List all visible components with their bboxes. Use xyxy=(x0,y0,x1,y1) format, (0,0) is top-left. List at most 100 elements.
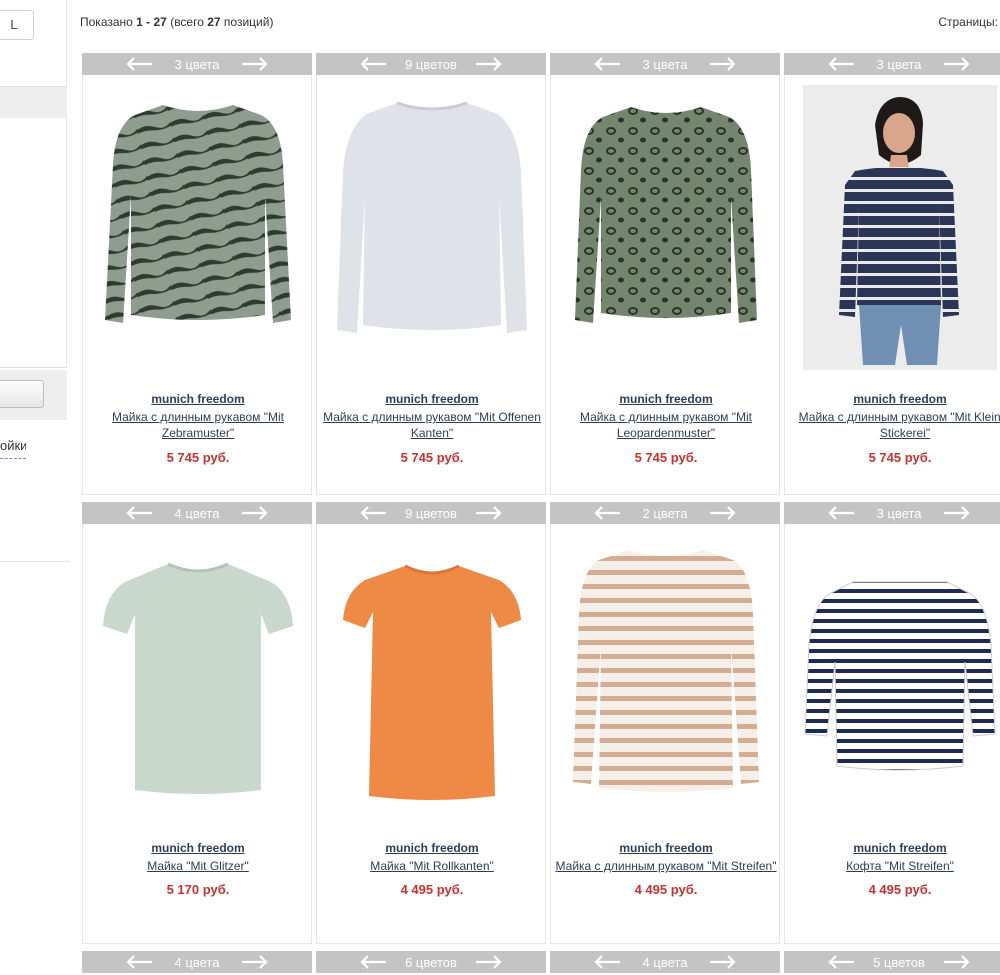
product-card-body: munich freedom Майка "Mit Glitzer" 5 170… xyxy=(82,524,312,944)
product-image[interactable] xyxy=(561,534,771,819)
arrow-right-icon[interactable] xyxy=(943,57,971,71)
catalog-page: L ойки Показано 1 - 27 (всего 27 позиций… xyxy=(0,0,1000,975)
product-brand[interactable]: munich freedom xyxy=(785,392,1000,406)
color-switcher: 3 цвета xyxy=(784,53,1000,75)
arrow-right-icon[interactable] xyxy=(709,955,737,969)
product-card[interactable]: 3 цвета munich freedom Майка с длинным р… xyxy=(784,53,1000,495)
product-card[interactable]: 5 цветов xyxy=(784,951,1000,975)
product-brand[interactable]: munich freedom xyxy=(785,841,1000,855)
size-chip[interactable]: L xyxy=(0,10,34,40)
product-card[interactable]: 4 цвета munich freedom Майка "Mit Glitze… xyxy=(82,502,312,944)
arrow-right-icon[interactable] xyxy=(943,955,971,969)
product-price: 4 495 руб. xyxy=(868,882,932,897)
product-brand[interactable]: munich freedom xyxy=(551,841,781,855)
color-count: 4 цвета xyxy=(174,954,220,970)
leopard-longsleeve-top-icon xyxy=(575,107,757,323)
arrow-right-icon[interactable] xyxy=(475,955,503,969)
product-card[interactable]: 9 цветов munich freedom Майка с длинным … xyxy=(316,53,546,495)
product-title[interactable]: Майка "Mit Glitzer" xyxy=(78,858,318,874)
arrow-left-icon[interactable] xyxy=(359,57,387,71)
product-brand[interactable]: munich freedom xyxy=(551,392,781,406)
product-title[interactable]: Майка с длинным рукавом "Mit Offenen Kan… xyxy=(312,409,552,441)
sidebar-section-panel xyxy=(0,118,67,368)
product-card[interactable]: 3 цвета munich freedom Кофта "Mit Streif… xyxy=(784,502,1000,944)
product-price: 5 745 руб. xyxy=(400,450,464,465)
color-switcher: 4 цвета xyxy=(550,951,780,973)
product-card-body: munich freedom Майка "Mit Rollkanten" 4 … xyxy=(316,524,546,944)
sidebar-section-header xyxy=(0,87,67,118)
arrow-right-icon[interactable] xyxy=(241,955,269,969)
product-card[interactable]: 6 цветов xyxy=(316,951,546,975)
arrow-left-icon[interactable] xyxy=(359,955,387,969)
arrow-right-icon[interactable] xyxy=(943,506,971,520)
product-brand[interactable]: munich freedom xyxy=(83,392,313,406)
product-card[interactable]: 2 цвета munich freedom Майка с длинным р… xyxy=(550,502,780,944)
color-count: 4 цвета xyxy=(174,505,220,521)
product-title[interactable]: Майка с длинным рукавом "Mit Kleiner Sti… xyxy=(785,409,1000,441)
arrow-right-icon[interactable] xyxy=(241,57,269,71)
product-card[interactable]: 4 цвета xyxy=(550,951,780,975)
product-image[interactable] xyxy=(795,534,1000,819)
arrow-left-icon[interactable] xyxy=(125,506,153,520)
color-switcher: 3 цвета xyxy=(784,502,1000,524)
color-switcher: 6 цветов xyxy=(316,951,546,973)
arrow-left-icon[interactable] xyxy=(827,506,855,520)
arrow-left-icon[interactable] xyxy=(593,506,621,520)
arrow-right-icon[interactable] xyxy=(709,506,737,520)
zebra-longsleeve-top-icon xyxy=(105,105,291,323)
arrow-right-icon[interactable] xyxy=(709,57,737,71)
product-brand[interactable]: munich freedom xyxy=(317,392,547,406)
product-image[interactable] xyxy=(327,534,537,819)
product-image[interactable] xyxy=(93,534,303,819)
size-filter-box: L xyxy=(0,0,67,87)
arrow-left-icon[interactable] xyxy=(125,955,153,969)
product-card[interactable]: 9 цветов munich freedom Майка "Mit Rollk… xyxy=(316,502,546,944)
arrow-left-icon[interactable] xyxy=(593,57,621,71)
product-price: 4 495 руб. xyxy=(400,882,464,897)
arrow-left-icon[interactable] xyxy=(593,955,621,969)
product-card-body: munich freedom Майка с длинным рукавом "… xyxy=(82,75,312,495)
filter-sidebar: L ойки xyxy=(0,0,70,975)
arrow-right-icon[interactable] xyxy=(475,506,503,520)
color-switcher: 4 цвета xyxy=(82,502,312,524)
grey-longsleeve-top-icon xyxy=(337,101,527,333)
product-title[interactable]: Майка "Mit Rollkanten" xyxy=(312,858,552,874)
product-image[interactable] xyxy=(561,85,771,370)
color-count: 3 цвета xyxy=(876,505,922,521)
product-price: 5 745 руб. xyxy=(868,450,932,465)
product-card[interactable]: 3 цвета munich freedom Майка с длинным р… xyxy=(550,53,780,495)
arrow-right-icon[interactable] xyxy=(241,506,269,520)
product-title[interactable]: Кофта "Mit Streifen" xyxy=(780,858,1000,874)
reset-settings-link[interactable]: ойки xyxy=(0,438,26,459)
color-count: 9 цветов xyxy=(405,56,457,72)
beige-striped-longsleeve-icon xyxy=(573,550,759,792)
arrow-right-icon[interactable] xyxy=(475,57,503,71)
product-brand[interactable]: munich freedom xyxy=(83,841,313,855)
color-count: 9 цветов xyxy=(405,505,457,521)
product-title[interactable]: Майка с длинным рукавом "Mit Streifen" xyxy=(546,858,786,874)
color-switcher: 3 цвета xyxy=(550,53,780,75)
color-count: 3 цвета xyxy=(642,56,688,72)
product-card-body: munich freedom Майка с длинным рукавом "… xyxy=(784,75,1000,495)
product-title[interactable]: Майка с длинным рукавом "Mit Zebramuster… xyxy=(78,409,318,441)
model-striped-top-icon xyxy=(803,85,997,370)
mint-tshirt-icon xyxy=(103,562,293,794)
color-count: 3 цвета xyxy=(876,56,922,72)
arrow-left-icon[interactable] xyxy=(359,506,387,520)
color-switcher: 2 цвета xyxy=(550,502,780,524)
arrow-left-icon[interactable] xyxy=(827,57,855,71)
product-card-body: munich freedom Майка с длинным рукавом "… xyxy=(316,75,546,495)
product-title[interactable]: Майка с длинным рукавом "Mit Leopardenmu… xyxy=(546,409,786,441)
product-image[interactable] xyxy=(803,85,997,370)
product-image[interactable] xyxy=(93,85,303,370)
arrow-left-icon[interactable] xyxy=(125,57,153,71)
product-card[interactable]: 4 цвета xyxy=(82,951,312,975)
color-count: 2 цвета xyxy=(642,505,688,521)
product-image[interactable] xyxy=(327,85,537,370)
apply-filter-button[interactable] xyxy=(0,380,44,408)
product-card[interactable]: 3 цвета munich freedom Майка с длинным р… xyxy=(82,53,312,495)
arrow-left-icon[interactable] xyxy=(827,955,855,969)
color-switcher: 4 цвета xyxy=(82,951,312,973)
navy-striped-top-icon xyxy=(804,581,996,771)
product-brand[interactable]: munich freedom xyxy=(317,841,547,855)
